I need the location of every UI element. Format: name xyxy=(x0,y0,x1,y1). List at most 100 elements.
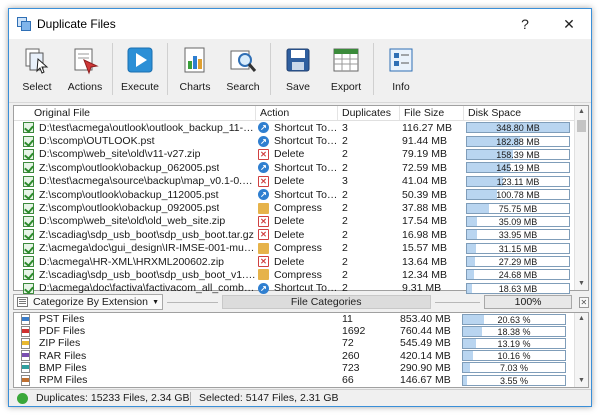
table-row[interactable]: Z:\scomp\outlook\obackup_092005.pst Compr… xyxy=(14,201,574,214)
checked-file-icon[interactable] xyxy=(23,242,34,254)
action-cell[interactable]: ✕ Delete xyxy=(256,175,338,187)
disk-space-cell: 35.09 MB xyxy=(464,215,570,227)
table-row[interactable]: D:\acmega\HR-XML\HRXML200602.zip ✕ Delete 2… xyxy=(14,255,574,268)
close-button[interactable]: ✕ xyxy=(547,9,591,39)
action-text: Compress xyxy=(274,202,322,215)
shortcut-icon: ↗ xyxy=(258,162,269,174)
checked-file-icon[interactable] xyxy=(23,256,34,268)
action-cell[interactable]: ↗ Shortcut To:... xyxy=(256,122,338,134)
checked-file-icon[interactable] xyxy=(23,229,34,241)
action-cell[interactable]: ✕ Delete xyxy=(256,256,338,268)
file-type-icon xyxy=(21,325,30,337)
status-selected: Selected: 5147 Files, 2.31 GB xyxy=(199,392,339,404)
action-cell[interactable]: Compress xyxy=(256,242,338,254)
original-file-cell: Z:\scomp\outlook\obackup_092005.pst xyxy=(14,202,256,214)
categorize-dropdown[interactable]: Categorize By Extension ▼ xyxy=(13,294,163,310)
charts-button[interactable]: Charts xyxy=(171,43,219,93)
table-row[interactable]: Z:\scadiag\sdp_usb_boot\sdp_usb_boot.tar… xyxy=(14,228,574,241)
info-button[interactable]: Info xyxy=(377,43,425,93)
action-cell[interactable]: ✕ Delete xyxy=(256,229,338,241)
table-row[interactable]: D:\scomp\OUTLOOK.pst ↗ Shortcut To:... 2 91.… xyxy=(14,134,574,147)
search-label: Search xyxy=(226,81,260,93)
action-cell[interactable]: Compress xyxy=(256,269,338,281)
checked-file-icon[interactable] xyxy=(23,162,34,174)
table-row[interactable]: Z:\scadiag\sdp_usb_boot\sdp_usb_boot_v1.… xyxy=(14,268,574,281)
column-header-duplicates[interactable]: Duplicates xyxy=(338,106,400,120)
file-size: 17.54 MB xyxy=(402,215,447,228)
search-button[interactable]: Search xyxy=(219,43,267,93)
checked-file-icon[interactable] xyxy=(23,122,34,134)
action-text: Delete xyxy=(274,148,305,161)
action-cell[interactable]: ↗ Shortcut To:... xyxy=(256,282,338,294)
disk-space-bar: 100.78 MB xyxy=(466,189,570,201)
actions-button[interactable]: Actions xyxy=(61,43,109,93)
action-cell[interactable]: ↗ Shortcut To:... xyxy=(256,162,338,174)
table-row[interactable]: D:\test\acmega\outlook\outlook_backup_11… xyxy=(14,121,574,134)
category-row[interactable]: RPM Files 66 146.67 MB 3.55 % xyxy=(14,374,588,386)
table-row[interactable]: Z:\scomp\outlook\obackup_062005.pst ↗ Shor… xyxy=(14,161,574,174)
action-cell[interactable]: Compress xyxy=(256,202,338,214)
status-separator xyxy=(190,391,191,405)
file-size: 9.31 MB xyxy=(402,282,442,295)
action-cell[interactable]: ↗ Shortcut To:... xyxy=(256,189,338,201)
table-row[interactable]: Z:\scomp\outlook\obackup_112005.pst ↗ Shor… xyxy=(14,188,574,201)
table-row[interactable]: D:\test\acmega\source\backup\map_v0.1-0.… xyxy=(14,175,574,188)
disk-space-cell: 158.39 MB xyxy=(464,148,570,160)
categories-scrollbar[interactable]: ▲ ▼ xyxy=(574,313,588,387)
action-cell[interactable]: ✕ Delete xyxy=(256,148,338,160)
disk-space-cell: 348.80 MB xyxy=(464,122,570,134)
checked-file-icon[interactable] xyxy=(23,148,34,160)
checked-file-icon[interactable] xyxy=(23,135,34,147)
column-header-action[interactable]: Action xyxy=(256,106,338,120)
status-bar: Duplicates: 15233 Files, 2.34 GB Selecte… xyxy=(9,389,591,406)
execute-button[interactable]: Execute xyxy=(116,43,164,93)
export-button[interactable]: Export xyxy=(322,43,370,93)
category-size: 760.44 MB xyxy=(400,325,451,338)
checked-file-icon[interactable] xyxy=(23,202,34,214)
checked-file-icon[interactable] xyxy=(23,269,34,281)
category-row[interactable]: ZIP Files 72 545.49 MB 13.19 % xyxy=(14,337,588,349)
scroll-down-arrow-icon[interactable]: ▼ xyxy=(575,375,588,387)
action-cell[interactable]: ↗ Shortcut To:... xyxy=(256,135,338,147)
column-header-original-file[interactable]: Original File xyxy=(14,106,256,120)
checked-file-icon[interactable] xyxy=(23,215,34,227)
scroll-up-arrow-icon[interactable]: ▲ xyxy=(575,106,588,118)
scrollbar-thumb[interactable] xyxy=(577,120,586,132)
delete-icon: ✕ xyxy=(258,215,269,227)
disk-space-value: 24.68 MB xyxy=(498,270,538,281)
select-icon xyxy=(22,45,52,75)
original-file-path: D:\scomp\OUTLOOK.pst xyxy=(39,135,155,148)
file-type-color xyxy=(22,340,29,345)
category-row[interactable]: RAR Files 260 420.14 MB 10.16 % xyxy=(14,350,588,362)
table-row[interactable]: D:\scomp\web_site\old\old_web_site.zip ✕ D… xyxy=(14,215,574,228)
disk-space-bar: 24.68 MB xyxy=(466,269,570,281)
table-row[interactable]: D:\scomp\web_site\old\v11-v27.zip ✕ Delete… xyxy=(14,148,574,161)
duplicate-files-app-icon xyxy=(17,17,31,31)
status-duplicates: Duplicates: 15233 Files, 2.34 GB xyxy=(36,392,190,404)
help-button[interactable]: ? xyxy=(503,9,547,39)
column-header-file-size[interactable]: File Size xyxy=(400,106,464,120)
save-button[interactable]: Save xyxy=(274,43,322,93)
file-categories-list: PST Files 11 853.40 MB 20.63 % PDF Files 1692… xyxy=(13,312,589,388)
checked-file-icon[interactable] xyxy=(23,175,34,187)
table-row[interactable]: Z:\acmega\doc\gui_design\IR-IMSE-001-mus… xyxy=(14,242,574,255)
checked-file-icon[interactable] xyxy=(23,189,34,201)
shortcut-icon: ↗ xyxy=(258,122,269,134)
info-label: Info xyxy=(392,81,410,93)
scroll-up-arrow-icon[interactable]: ▲ xyxy=(575,313,588,325)
disk-space-cell: 24.68 MB xyxy=(464,269,570,281)
close-categories-icon[interactable]: ✕ xyxy=(578,296,589,308)
scroll-down-arrow-icon[interactable]: ▼ xyxy=(575,278,588,290)
action-cell[interactable]: ✕ Delete xyxy=(256,215,338,227)
column-header-disk-space[interactable]: Disk Space xyxy=(464,106,576,120)
category-percent-value: 13.19 % xyxy=(497,338,531,349)
category-row[interactable]: BMP Files 723 290.90 MB 7.03 % xyxy=(14,362,588,374)
category-row[interactable]: PST Files 11 853.40 MB 20.63 % xyxy=(14,313,588,325)
file-type-icon xyxy=(21,362,30,374)
category-row[interactable]: PDF Files 1692 760.44 MB 18.38 % xyxy=(14,325,588,337)
file-type-icon xyxy=(21,313,30,325)
duplicates-count: 2 xyxy=(342,268,348,281)
table-scrollbar[interactable]: ▲ ▼ xyxy=(574,106,588,290)
select-button[interactable]: Select xyxy=(13,43,61,93)
checked-file-icon[interactable] xyxy=(23,282,34,294)
